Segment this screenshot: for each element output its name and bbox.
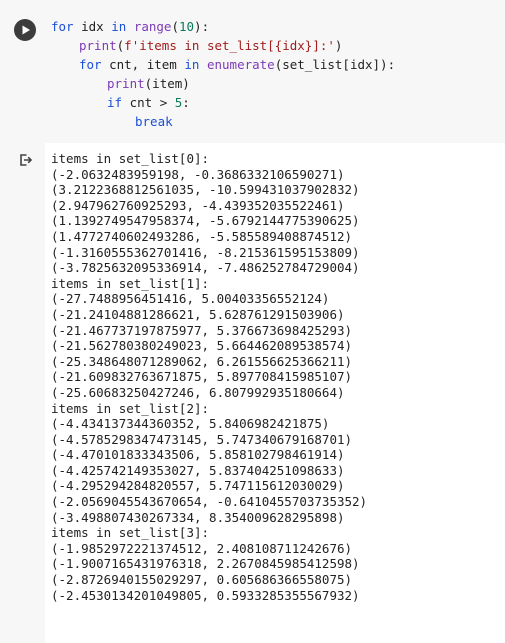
output-line: (-21.609832763671875, 5.897708415985107) xyxy=(51,369,353,385)
output-line: (-1.9007165431976318, 2.2670845985412598… xyxy=(51,556,360,572)
code-token: for xyxy=(79,57,102,72)
output-line: (2.947962760925293, -4.439352035522461) xyxy=(51,197,345,213)
output-line: items in set_list[2]: xyxy=(51,400,210,416)
output-line: (-4.425742149353027, 5.837404251098633) xyxy=(51,462,345,478)
output-line: (-2.0569045543670654, -0.641045570373535… xyxy=(51,494,368,510)
code-line: break xyxy=(51,112,395,131)
output-line: (-4.295294284820557, 5.747115612030029) xyxy=(51,478,345,494)
code-token: f'items in set_list[{idx}]:' xyxy=(124,38,335,53)
play-icon xyxy=(22,25,30,35)
output-line: (-4.434137344360352, 5.8406982421875) xyxy=(51,416,330,432)
code-token: ): xyxy=(194,19,210,34)
output-line: (-1.9852972221374512, 2.408108711242676) xyxy=(51,540,353,556)
code-token: : xyxy=(182,95,190,110)
output-area: items in set_list[0]: (-2.0632483959198, … xyxy=(0,143,505,643)
code-token: for xyxy=(51,19,74,34)
output-line: (-25.60683250427246, 6.807992935180664) xyxy=(51,384,345,400)
code-token: break xyxy=(135,114,173,129)
output-line: (-25.348648071289062, 6.261556625366211) xyxy=(51,353,353,369)
output-line: items in set_list[1]: xyxy=(51,275,210,291)
output-line: (-3.498807430267334, 8.354009628295898) xyxy=(51,509,345,525)
output-line: (-1.3160555362701416, -8.215361595153809… xyxy=(51,244,360,260)
output-gutter xyxy=(0,143,45,643)
run-cell-button[interactable] xyxy=(14,19,36,41)
output-line: (-4.5785298347473145, 5.747340679168701) xyxy=(51,431,353,447)
output-line: (-27.7488956451416, 5.00403356552124) xyxy=(51,291,330,307)
code-line: if cnt > 5: xyxy=(51,93,395,112)
output-line: items in set_list[3]: xyxy=(51,525,210,541)
code-editor[interactable]: for idx in range(10): print(f'items in se… xyxy=(51,17,395,131)
output-line: (-4.470101833343506, 5.858102798461914) xyxy=(51,447,345,463)
code-token: (item) xyxy=(144,76,190,91)
code-token: idx xyxy=(73,19,112,34)
code-token: cnt > xyxy=(122,95,175,110)
output-line: items in set_list[0]: xyxy=(51,151,210,166)
code-token: print xyxy=(79,38,117,53)
code-line: for idx in range(10): xyxy=(51,17,395,36)
output-redirect-icon[interactable] xyxy=(19,153,33,167)
output-line: (1.4772740602493286, -5.585589408874512) xyxy=(51,228,353,244)
code-token: print xyxy=(107,76,145,91)
code-token: ( xyxy=(171,19,179,34)
code-token: in xyxy=(184,57,200,72)
output-line: (-21.562780380249023, 5.664462089538574) xyxy=(51,338,353,354)
output-text: items in set_list[0]: (-2.0632483959198, … xyxy=(51,151,367,603)
code-line: for cnt, item in enumerate(set_list[idx]… xyxy=(51,55,395,74)
code-token: enumerate xyxy=(206,57,275,72)
output-line: (3.2122368812561035, -10.599431037902832… xyxy=(51,182,360,198)
code-token: ) xyxy=(334,38,343,53)
code-cell[interactable]: for idx in range(10): print(f'items in se… xyxy=(0,0,505,143)
code-token: range xyxy=(133,19,172,34)
code-token: in xyxy=(111,19,127,34)
output-line: (-2.0632483959198, -0.3686332106590271) xyxy=(51,166,345,182)
output-line: (-21.24104881286621, 5.628761291503906) xyxy=(51,306,345,322)
code-token: (set_list[idx]): xyxy=(274,57,396,72)
output-line: (-3.7825632095336914, -7.486252784729004… xyxy=(51,260,360,276)
output-line: (-2.8726940155029297, 0.605686366558075) xyxy=(51,572,353,588)
code-token: if xyxy=(107,95,123,110)
output-line: (1.1392749547958374, -5.6792144775390625… xyxy=(51,213,360,229)
code-line: print(item) xyxy=(51,74,395,93)
output-line: (-2.4530134201049805, 0.5933285355567932… xyxy=(51,587,360,603)
code-line: print(f'items in set_list[{idx}]:') xyxy=(51,36,395,55)
code-token: 10 xyxy=(178,19,195,34)
code-token: cnt, item xyxy=(101,57,185,72)
output-line: (-21.467737197875977, 5.376673698425293) xyxy=(51,322,353,338)
